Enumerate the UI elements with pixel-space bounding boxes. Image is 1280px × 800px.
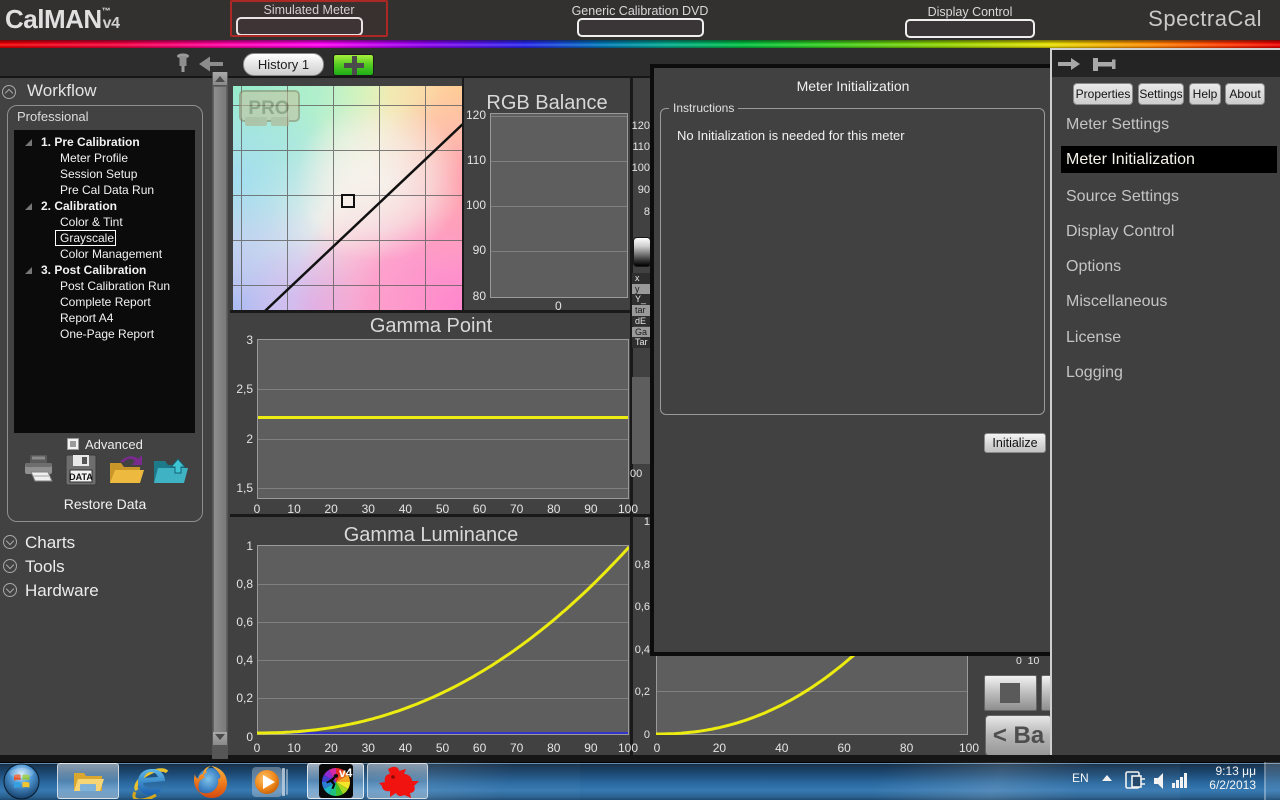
svg-text:DATA: DATA [69,472,93,482]
svg-text:PRO: PRO [248,98,289,119]
svg-text:v4: v4 [339,766,353,780]
